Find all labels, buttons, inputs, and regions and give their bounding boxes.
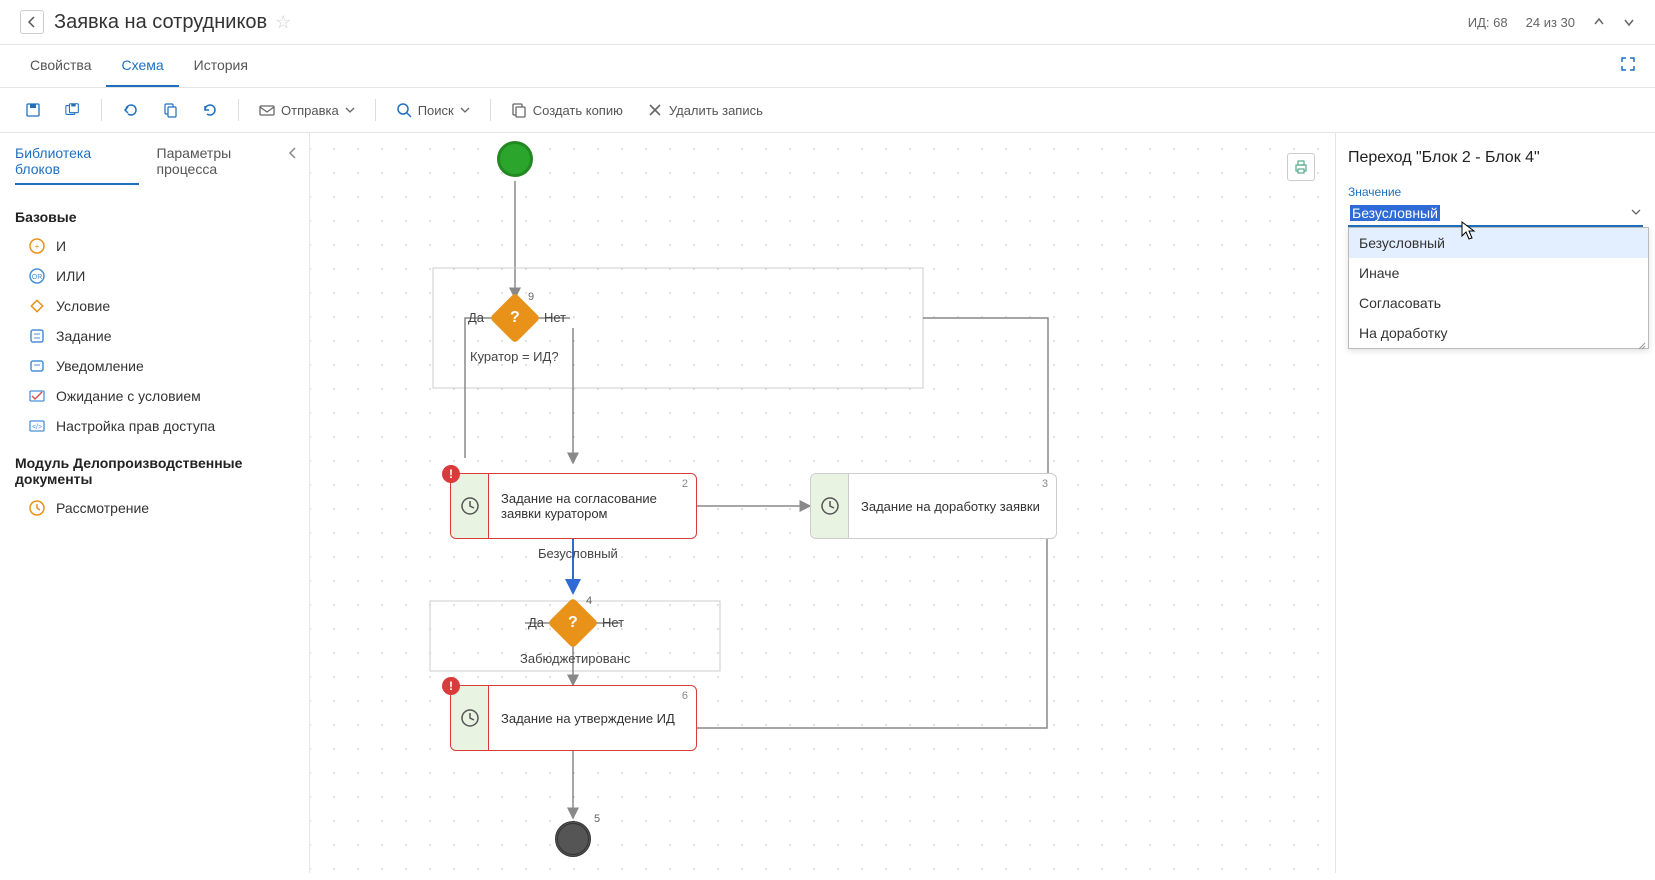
tab-history[interactable]: История [179,45,263,87]
send-button[interactable]: Отправка [249,96,365,124]
close-icon [647,102,663,118]
diagram-canvas[interactable]: ? 9 Да Нет Куратор = ИД? ! Задание на со… [310,133,1335,873]
page-title: Заявка на сотрудников [54,11,267,34]
search-button[interactable]: Поиск [386,96,480,124]
wait-icon [28,387,46,405]
send-icon [259,102,275,118]
save-all-icon [65,102,81,118]
condition-label: Куратор = ИД? [470,349,559,364]
sidebar-collapse-icon[interactable] [287,147,299,159]
block-access[interactable]: </> Настройка прав доступа [0,411,309,441]
undo-button[interactable] [112,96,148,124]
task-node-approval[interactable]: ! Задание на согласование заявки куратор… [450,473,697,539]
svg-text:+: + [35,242,40,251]
refresh-icon [202,102,218,118]
condition-icon [28,297,46,315]
clock-icon [820,496,840,516]
sidebar-group-basic: Базовые [0,203,309,231]
sidebar-group-module: Модуль Делопроизводственные документы [0,449,309,493]
node-number: 5 [594,813,600,825]
task-node-rework[interactable]: Задание на доработку заявки 3 [810,473,1057,539]
block-notify[interactable]: Уведомление [0,351,309,381]
save-all-button[interactable] [55,96,91,124]
save-icon [25,102,41,118]
task-node-confirm[interactable]: ! Задание на утверждение ИД 6 [450,685,697,751]
condition-label: Забюджетированс [520,651,630,666]
block-condition[interactable]: Условие [0,291,309,321]
sidebar-tab-library[interactable]: Библиотека блоков [15,145,139,185]
resize-grip-icon[interactable] [1636,340,1646,350]
create-copy-button[interactable]: Создать копию [501,96,633,124]
notify-icon [28,357,46,375]
chevron-down-icon [460,105,470,115]
favorite-star-icon[interactable]: ☆ [275,12,291,33]
dropdown-option[interactable]: Согласовать [1349,288,1648,318]
dropdown-option[interactable]: Иначе [1349,258,1648,288]
header-bar: Заявка на сотрудников ☆ ИД: 68 24 из 30 [0,0,1655,45]
properties-panel: Переход "Блок 2 - Блок 4" Значение Безус… [1335,133,1655,873]
node-number: 9 [528,291,534,303]
tab-properties[interactable]: Свойства [15,45,106,87]
main-tabs: Свойства Схема История [0,45,1655,88]
block-review[interactable]: Рассмотрение [0,493,309,523]
back-button[interactable] [20,10,44,34]
clock-icon [460,496,480,516]
error-badge-icon: ! [442,677,460,695]
value-dropdown: Безусловный Иначе Согласовать На доработ… [1348,227,1649,349]
search-icon [396,102,412,118]
dropdown-option[interactable]: На доработку [1349,318,1648,348]
copy-clipboard-button[interactable] [152,96,188,124]
label-no: Нет [544,310,566,325]
field-label-value: Значение [1348,185,1643,199]
clock-icon [460,708,480,728]
undo-icon [122,102,138,118]
block-wait[interactable]: Ожидание с условием [0,381,309,411]
refresh-button[interactable] [192,96,228,124]
value-select[interactable]: Безусловный Безусловный Иначе Согласоват… [1348,201,1643,227]
dropdown-option[interactable]: Безусловный [1349,228,1648,258]
pager-next-icon[interactable] [1623,16,1635,28]
task-icon [28,327,46,345]
node-number: 4 [586,595,592,607]
sidebar-tab-params[interactable]: Параметры процесса [157,145,294,185]
sidebar: Библиотека блоков Параметры процесса Баз… [0,133,310,873]
error-badge-icon: ! [442,465,460,483]
review-icon [28,499,46,517]
toolbar: Отправка Поиск Создать копию Удалить зап… [0,88,1655,133]
record-id-label: ИД: 68 [1468,15,1508,30]
delete-button[interactable]: Удалить запись [637,96,773,124]
transition-label[interactable]: Безусловный [538,546,618,561]
start-node[interactable] [497,141,533,177]
block-task[interactable]: Задание [0,321,309,351]
chevron-down-icon [345,105,355,115]
block-or[interactable]: OR ИЛИ [0,261,309,291]
label-yes: Да [468,310,484,325]
pager-text: 24 из 30 [1526,15,1575,30]
block-and[interactable]: + И [0,231,309,261]
clipboard-icon [162,102,178,118]
label-no: Нет [602,615,624,630]
expand-icon[interactable] [1621,57,1635,71]
tab-scheme[interactable]: Схема [106,45,178,87]
access-icon: </> [28,417,46,435]
or-icon: OR [28,267,46,285]
panel-title: Переход "Блок 2 - Блок 4" [1348,149,1643,167]
and-icon: + [28,237,46,255]
copy-icon [511,102,527,118]
save-button[interactable] [15,96,51,124]
end-node[interactable] [555,821,591,857]
label-yes: Да [528,615,544,630]
svg-text:</>: </> [32,424,42,431]
pager-prev-icon[interactable] [1593,16,1605,28]
svg-text:OR: OR [32,274,43,281]
